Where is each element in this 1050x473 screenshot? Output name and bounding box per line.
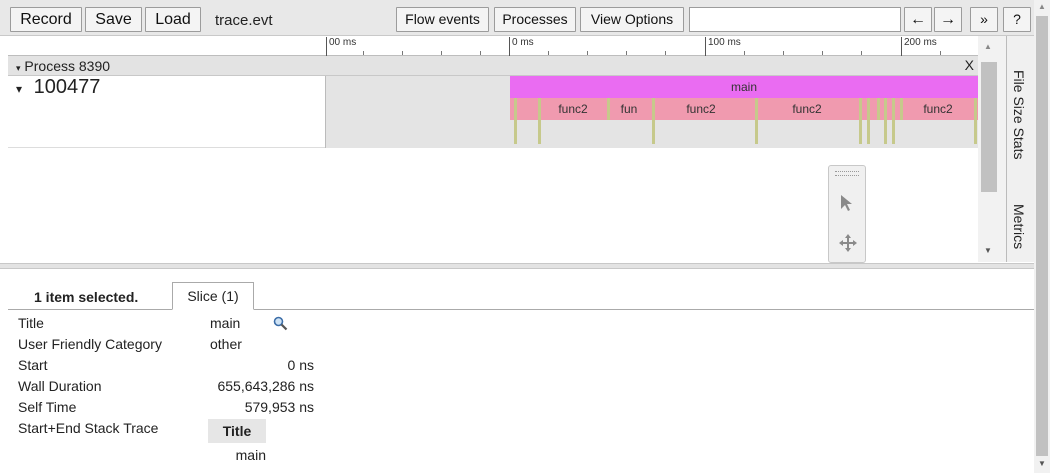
ruler-minor-tick [548, 51, 549, 55]
save-button[interactable]: Save [85, 7, 142, 32]
slice-main[interactable]: main [510, 76, 978, 98]
ruler-minor-tick [665, 51, 666, 55]
slice-fun[interactable]: fun [610, 98, 648, 120]
search-input[interactable] [689, 7, 901, 32]
left-gutter [0, 36, 8, 473]
small-slice-marker[interactable] [884, 98, 887, 144]
process-label: ▾ Process 8390 [16, 58, 110, 74]
detail-value-wall-duration: 655,643,286 ns [217, 378, 314, 394]
thread-label-cell: ▾ 100477 [8, 76, 326, 148]
thread-track[interactable]: ▾ 100477 main func2 fun func2 func2 func… [8, 76, 978, 148]
previous-result-button[interactable]: ← [904, 7, 932, 32]
selection-summary: 1 item selected. [34, 289, 139, 305]
detail-value-self-time: 579,953 ns [244, 399, 314, 415]
page-scrollbar[interactable]: ▲ ▼ [1034, 0, 1050, 473]
slice-func2[interactable]: func2 [541, 98, 605, 120]
more-button[interactable]: » [970, 7, 998, 32]
ruler-minor-tick [363, 51, 364, 55]
detail-key-start: Start [18, 357, 48, 373]
detail-value-title: main [210, 315, 241, 331]
detail-key-stack-trace: Start+End Stack Trace [18, 420, 159, 436]
view-options-button[interactable]: View Options [580, 7, 684, 32]
load-button[interactable]: Load [145, 7, 201, 32]
details-tab-strip: 1 item selected. Slice (1) [8, 279, 1034, 310]
slice-func2[interactable]: func2 [906, 98, 970, 120]
panel-splitter[interactable] [0, 263, 1034, 269]
tab-slice[interactable]: Slice (1) [172, 282, 254, 310]
small-slice-marker[interactable] [974, 98, 977, 144]
small-slice-marker[interactable] [514, 98, 517, 144]
thread-label: ▾ 100477 [16, 76, 100, 99]
timeline-scrollbar-thumb[interactable] [981, 62, 997, 192]
ruler-tick-label: 0 ms [509, 37, 534, 56]
ruler-tick-label: 200 ms [901, 37, 937, 56]
toolbar: Record Save Load trace.evt Flow events P… [0, 0, 1050, 36]
ruler-tick-label: 100 ms [705, 37, 741, 56]
process-name: Process 8390 [24, 58, 111, 74]
ruler-minor-tick [402, 51, 403, 55]
slice-func2[interactable]: func2 [762, 98, 852, 120]
small-slice-marker[interactable] [607, 98, 610, 120]
slice-track[interactable]: main func2 fun func2 func2 func2 [326, 76, 978, 148]
side-panel-tabs: File Size Stats Metrics [1006, 36, 1034, 262]
small-slice-marker[interactable] [892, 98, 895, 144]
ruler-minor-tick [744, 51, 745, 55]
detail-value-start: 0 ns [287, 357, 314, 373]
record-button[interactable]: Record [10, 7, 82, 32]
detail-key-title: Title [18, 315, 44, 331]
slice-func2[interactable]: func2 [656, 98, 746, 120]
detail-value-category: other [210, 336, 242, 352]
time-ruler[interactable]: 00 ms 0 ms 100 ms 200 ms [8, 36, 978, 56]
stack-trace-entry[interactable]: main [208, 443, 266, 467]
small-slice-marker[interactable] [755, 98, 758, 144]
help-button[interactable]: ? [1003, 7, 1031, 32]
ruler-minor-tick [480, 51, 481, 55]
process-header[interactable]: ▾ Process 8390 X [8, 56, 978, 76]
search-icon[interactable] [273, 316, 288, 331]
ruler-minor-tick [441, 51, 442, 55]
expand-triangle-icon[interactable]: ▾ [16, 82, 22, 96]
page-scrollbar-thumb[interactable] [1036, 16, 1048, 456]
ruler-minor-tick [940, 51, 941, 55]
small-slice-marker[interactable] [900, 98, 903, 120]
mouse-mode-selector[interactable] [828, 165, 866, 263]
ruler-minor-tick [822, 51, 823, 55]
small-slice-marker[interactable] [538, 98, 541, 144]
expand-triangle-icon[interactable]: ▾ [16, 63, 21, 73]
processes-button[interactable]: Processes [494, 7, 576, 32]
scroll-down-arrow-icon[interactable]: ▼ [984, 246, 992, 255]
stack-trace-header: Title [208, 419, 266, 443]
timeline-scrollbar[interactable]: ▲ ▼ [978, 36, 1006, 262]
pan-move-icon[interactable] [838, 233, 858, 253]
metrics-tab[interactable]: Metrics [1011, 204, 1027, 249]
ruler-tick-label: 00 ms [326, 37, 356, 56]
detail-key-wall-duration: Wall Duration [18, 378, 102, 394]
close-process-button[interactable]: X [965, 57, 974, 73]
small-slice-marker[interactable] [877, 98, 880, 120]
small-slice-marker[interactable] [867, 98, 870, 144]
scroll-up-arrow-icon[interactable]: ▲ [984, 42, 992, 51]
ruler-minor-tick [626, 51, 627, 55]
drag-handle[interactable] [835, 171, 859, 176]
file-size-stats-tab[interactable]: File Size Stats [1011, 70, 1027, 159]
thread-id: 100477 [33, 76, 101, 98]
ruler-minor-tick [861, 51, 862, 55]
small-slice-marker[interactable] [652, 98, 655, 144]
ruler-minor-tick [783, 51, 784, 55]
flow-events-button[interactable]: Flow events [396, 7, 489, 32]
detail-key-self-time: Self Time [18, 399, 77, 415]
scroll-down-arrow-icon[interactable]: ▼ [1038, 459, 1046, 468]
selection-cursor-icon[interactable] [839, 194, 855, 212]
detail-key-category: User Friendly Category [18, 336, 162, 352]
scroll-up-arrow-icon[interactable]: ▲ [1038, 2, 1046, 11]
ruler-minor-tick [587, 51, 588, 55]
next-result-button[interactable]: → [934, 7, 962, 32]
trace-filename: trace.evt [215, 12, 273, 29]
small-slice-marker[interactable] [859, 98, 862, 144]
